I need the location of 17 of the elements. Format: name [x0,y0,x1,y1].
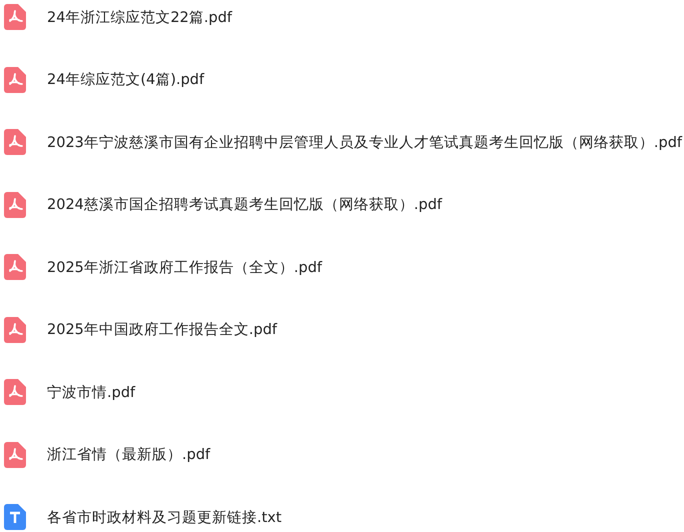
pdf-file-icon [4,379,26,405]
file-name[interactable]: 2024慈溪市国企招聘考试真题考生回忆版（网络获取）.pdf [47,195,442,214]
pdf-file-icon [4,4,26,30]
file-name[interactable]: 2025年中国政府工作报告全文.pdf [47,320,278,339]
file-name[interactable]: 各省市时政材料及习题更新链接.txt [47,508,282,526]
file-name[interactable]: 2023年宁波慈溪市国有企业招聘中层管理人员及专业人才笔试真题考生回忆版（网络获取）.pdf [47,132,682,152]
pdf-file-icon [4,254,26,280]
pdf-file-icon [4,316,26,342]
pdf-file-icon [4,66,26,92]
file-name[interactable]: 24年浙江综应范文22篇.pdf [47,8,232,26]
pdf-file-icon [4,129,26,155]
file-name[interactable]: 宁波市情.pdf [47,382,136,402]
file-name[interactable]: 浙江省情（最新版）.pdf [47,445,210,464]
file-name[interactable]: 24年综应范文(4篇).pdf [47,70,204,89]
pdf-file-icon [4,442,26,468]
file-name[interactable]: 2025年浙江省政府工作报告（全文）.pdf [47,258,322,276]
pdf-file-icon [4,192,26,218]
